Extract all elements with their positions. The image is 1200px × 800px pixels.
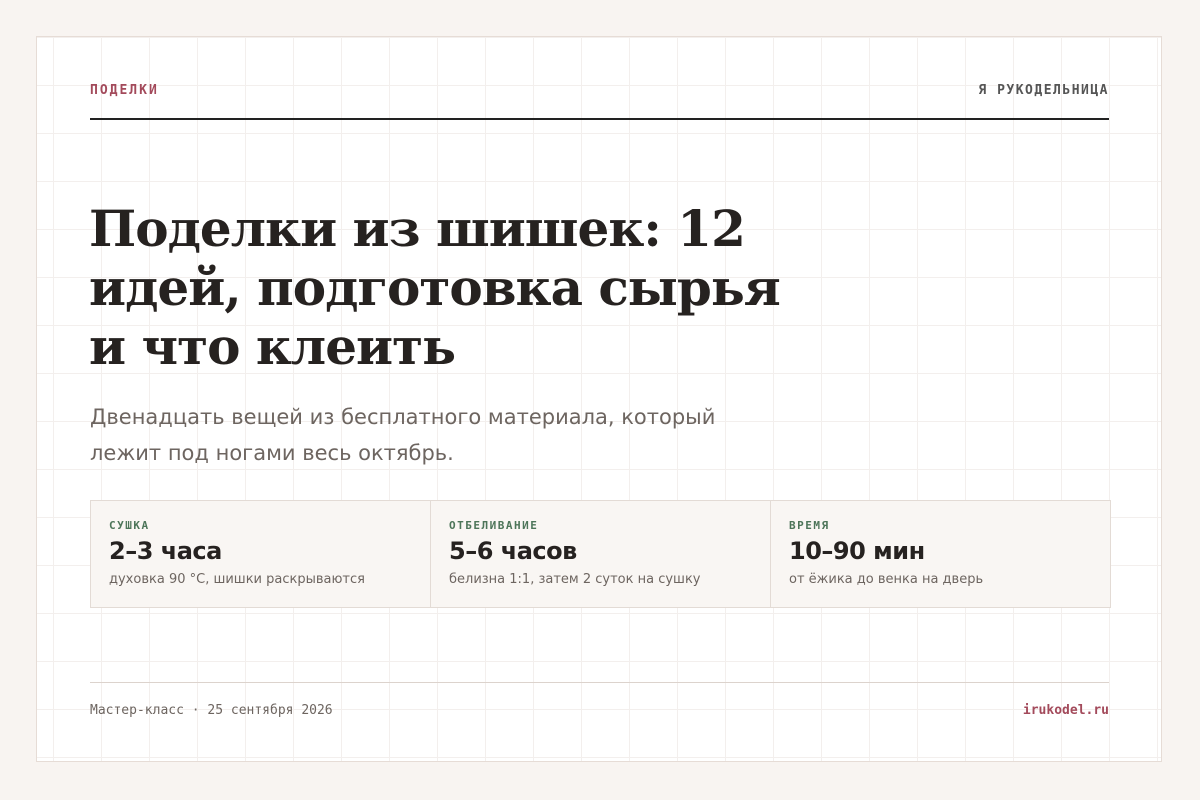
stat-label: ВРЕМЯ [789, 519, 830, 532]
footer-divider [90, 682, 1109, 683]
footer-meta: Мастер-класс · 25 сентября 2026 [90, 703, 333, 718]
page-subtitle: Двенадцать вещей из бесплатного материал… [90, 405, 716, 465]
stat-label: ОТБЕЛИВАНИЕ [449, 519, 539, 532]
article-card: ПОДЕЛКИ Я РУКОДЕЛЬНИЦА Поделки из шишек:… [36, 36, 1162, 762]
stat-value: 2–3 часа [109, 537, 222, 565]
site-name[interactable]: Я РУКОДЕЛЬНИЦА [978, 83, 1109, 98]
stats-panel: СУШКА 2–3 часа духовка 90 °C, шишки раск… [90, 500, 1111, 608]
category-label[interactable]: ПОДЕЛКИ [90, 83, 159, 98]
stat-note: духовка 90 °C, шишки раскрываются [109, 572, 365, 587]
footer-domain-link[interactable]: irukodel.ru [1023, 703, 1109, 718]
stat-value: 10–90 мин [789, 537, 925, 565]
stat-bleaching: ОТБЕЛИВАНИЕ 5–6 часов белизна 1:1, затем… [430, 501, 770, 607]
stat-value: 5–6 часов [449, 537, 577, 565]
stat-note: белизна 1:1, затем 2 суток на сушку [449, 572, 701, 587]
stat-time: ВРЕМЯ 10–90 мин от ёжика до венка на две… [770, 501, 1110, 607]
page-title: Поделки из шишек: 12 идей, подготовка сы… [89, 199, 781, 376]
stat-note: от ёжика до венка на дверь [789, 572, 984, 587]
stat-label: СУШКА [109, 519, 150, 532]
header-divider [90, 118, 1109, 120]
stat-drying: СУШКА 2–3 часа духовка 90 °C, шишки раск… [91, 501, 430, 607]
